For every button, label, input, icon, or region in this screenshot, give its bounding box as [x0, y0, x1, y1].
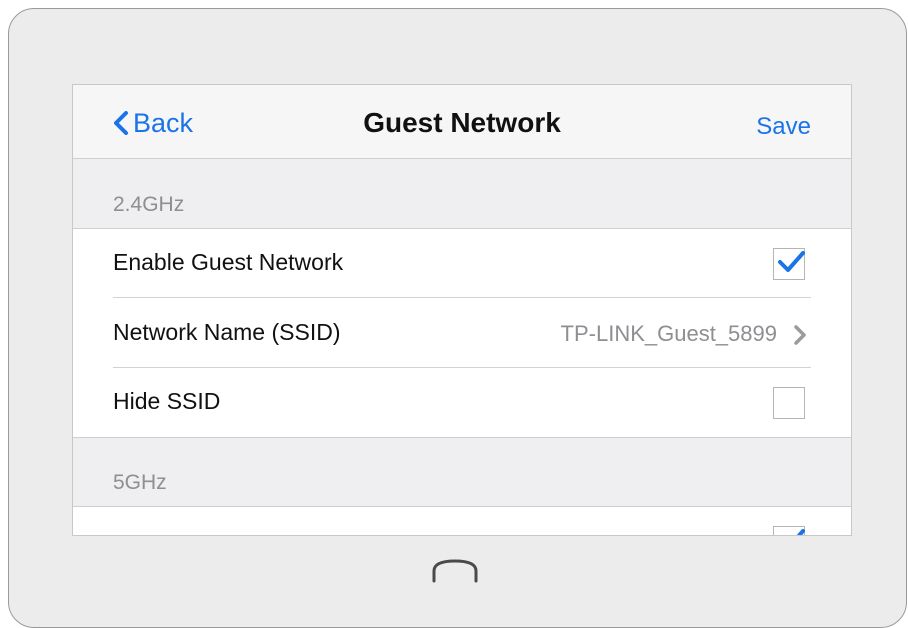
checkmark-icon — [796, 529, 805, 535]
enable-guest-network-5ghz-checkbox[interactable] — [773, 526, 805, 535]
navigation-bar: Back Guest Network Save — [73, 85, 851, 159]
page-title: Guest Network — [363, 107, 561, 138]
section-header-label: 2.4GHz — [113, 193, 185, 216]
hide-ssid-checkbox[interactable] — [773, 387, 805, 419]
section-header-5ghz: 5GHz — [73, 438, 851, 506]
row-hide-ssid[interactable]: Hide SSID — [73, 368, 851, 437]
row-label: Enable Guest Network — [113, 249, 344, 275]
row-network-name[interactable]: Network Name (SSID) TP-LINK_Guest_5899 — [73, 299, 851, 368]
row-label: Network Name (SSID) — [113, 319, 341, 345]
row-divider — [113, 297, 811, 298]
chevron-right-icon — [794, 325, 806, 345]
checkmark-icon — [778, 251, 805, 272]
ssid-value: TP-LINK_Guest_5899 — [560, 321, 777, 346]
section-header-label: 5GHz — [113, 471, 167, 494]
save-button[interactable]: Save — [756, 113, 811, 141]
home-button-icon[interactable] — [431, 557, 479, 583]
row-enable-guest-network[interactable]: Enable Guest Network — [73, 229, 851, 298]
section-header-2-4ghz: 2.4GHz — [73, 159, 851, 229]
row-enable-guest-network-5ghz[interactable] — [73, 507, 851, 535]
row-label: Hide SSID — [113, 388, 221, 414]
screen: Back Guest Network Save 2.4GHz Enable Gu… — [72, 84, 852, 536]
enable-guest-network-checkbox[interactable] — [773, 248, 805, 280]
